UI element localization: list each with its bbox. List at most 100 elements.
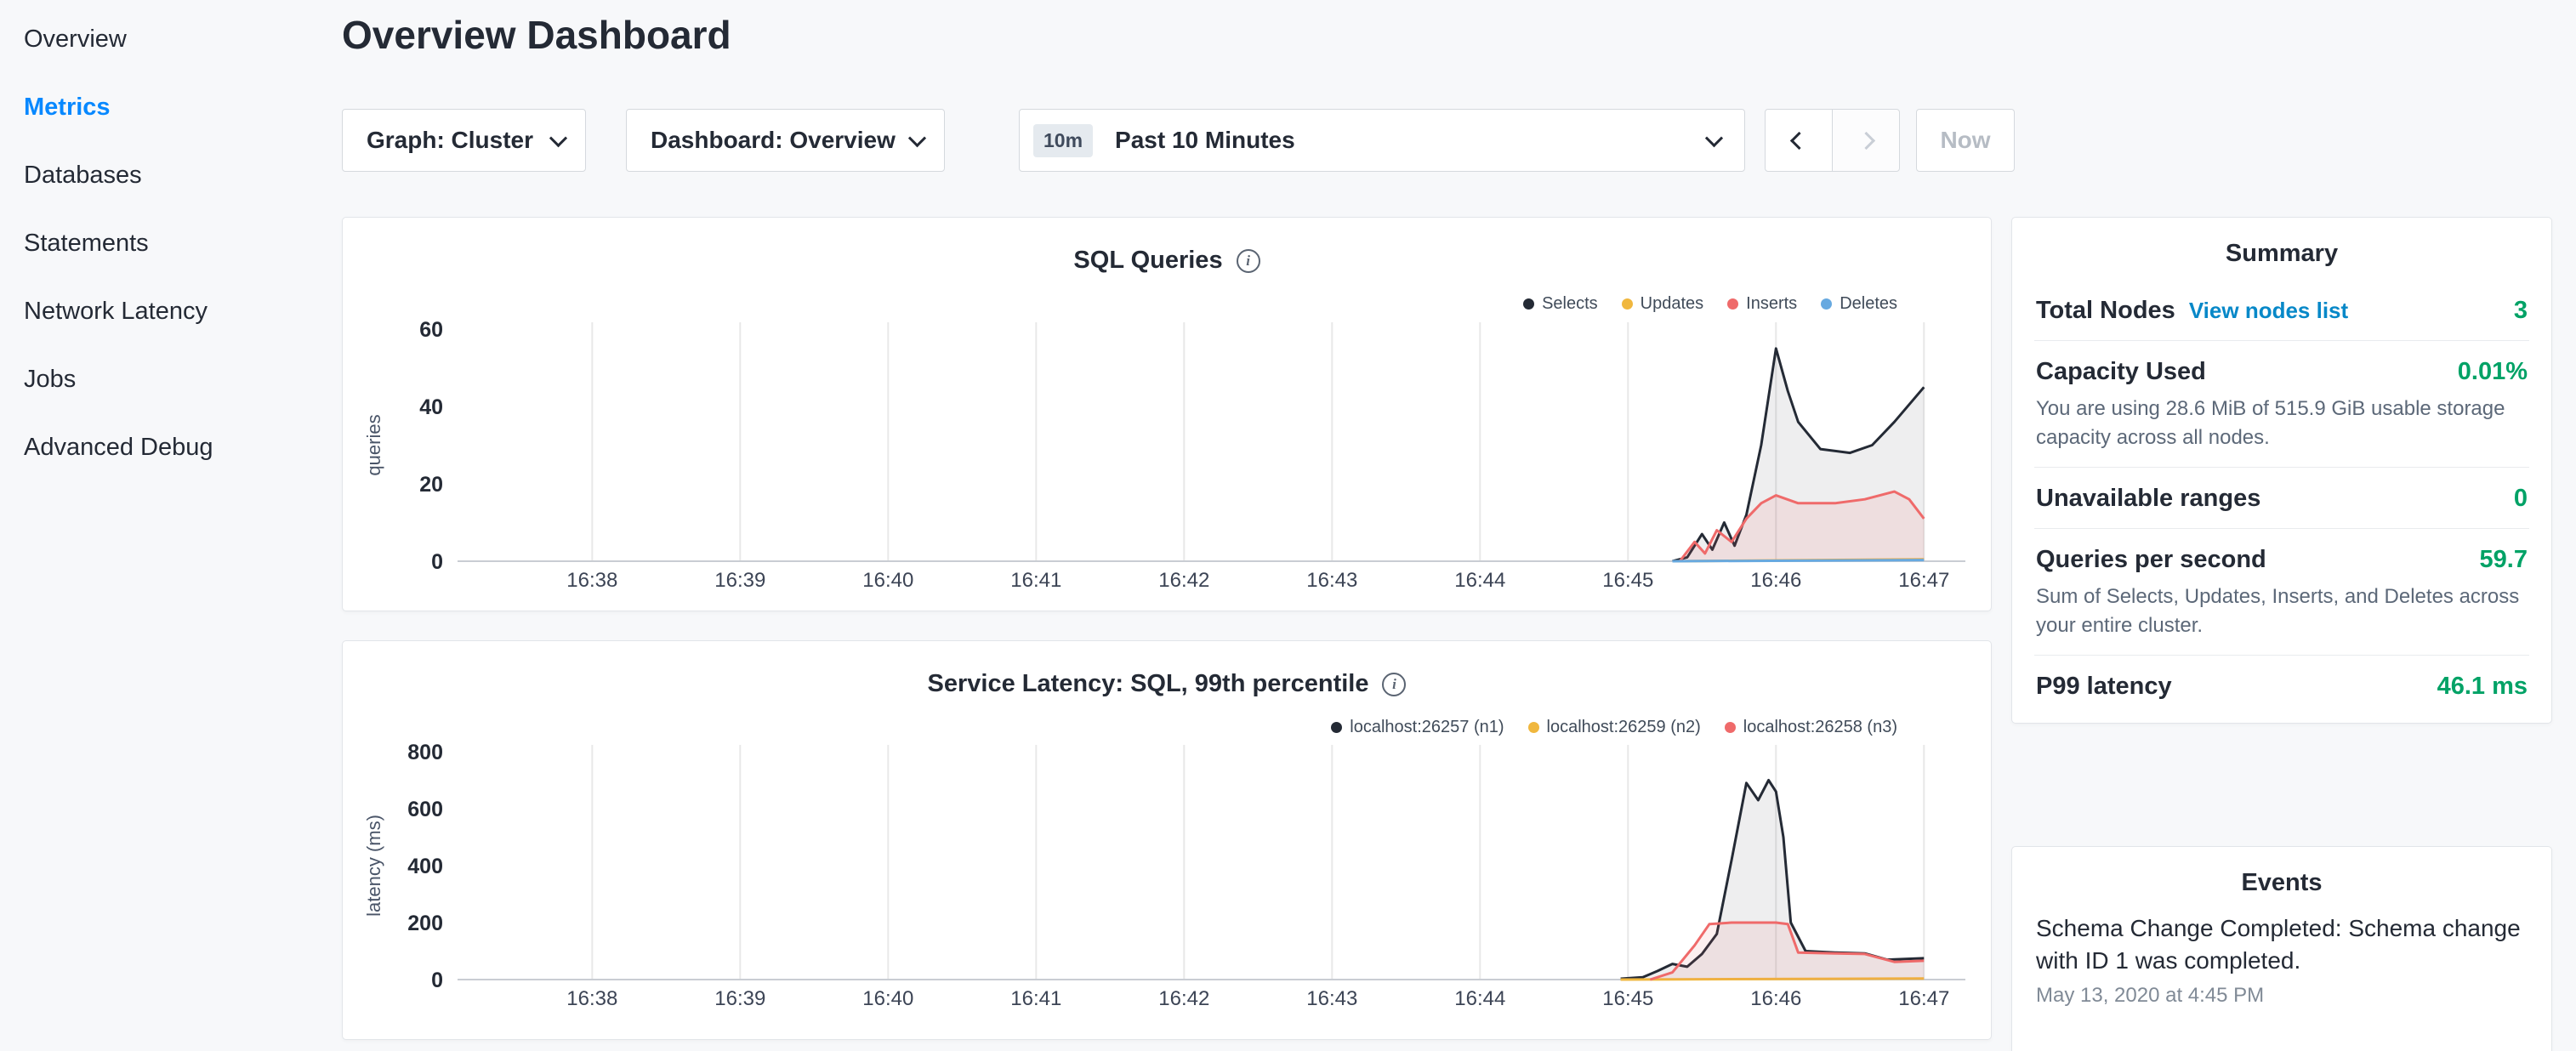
event-text: Schema Change Completed: Schema change w… (2036, 912, 2528, 977)
svg-text:0: 0 (431, 550, 443, 574)
legend-item: Deletes (1821, 294, 1897, 314)
sql-queries-chart-panel: 16:3816:3916:4016:4116:4216:4316:4416:45… (342, 217, 1992, 611)
legend-label: localhost:26259 (n2) (1547, 718, 1701, 737)
sidebar-item-databases[interactable]: Databases (0, 141, 340, 209)
sidebar-item-jobs[interactable]: Jobs (0, 345, 340, 413)
summary-title: Summary (2034, 218, 2529, 280)
legend-label: localhost:26258 (n3) (1743, 718, 1897, 737)
graph-scope-dropdown-label: Graph: Cluster (367, 127, 533, 154)
summary-row-queries-per-second: Queries per second 59.7 Sum of Selects, … (2034, 529, 2529, 656)
chevron-down-icon (908, 129, 926, 147)
svg-text:200: 200 (407, 912, 443, 935)
svg-text:16:39: 16:39 (714, 987, 765, 1010)
sidebar-nav: Overview Metrics Databases Statements Ne… (0, 5, 340, 481)
legend-dot-icon (1622, 298, 1633, 310)
svg-text:20: 20 (419, 473, 443, 497)
legend-dot-icon (1727, 298, 1738, 310)
svg-text:16:46: 16:46 (1750, 987, 1801, 1010)
info-icon[interactable]: i (1382, 673, 1406, 696)
chart-title: SQL Queries (1073, 247, 1222, 275)
svg-text:600: 600 (407, 798, 443, 821)
legend-item: Updates (1622, 294, 1704, 314)
chevron-left-icon (1789, 131, 1807, 149)
summary-row-p99-latency: P99 latency 46.1 ms (2034, 656, 2529, 716)
chevron-right-icon (1857, 131, 1874, 149)
chart-legend: Selects Updates Inserts Deletes (1523, 294, 1897, 314)
summary-description: Sum of Selects, Updates, Inserts, and De… (2036, 582, 2528, 639)
chart-title: Service Latency: SQL, 99th percentile (928, 670, 1369, 698)
legend-dot-icon (1523, 298, 1534, 310)
svg-text:16:42: 16:42 (1158, 987, 1209, 1010)
summary-value: 0 (2514, 485, 2528, 513)
svg-text:16:43: 16:43 (1306, 987, 1357, 1010)
time-range-label: Past 10 Minutes (1115, 127, 1295, 154)
event-timestamp: May 13, 2020 at 4:45 PM (2036, 984, 2528, 1008)
dashboard-dropdown[interactable]: Dashboard: Overview (626, 109, 945, 172)
legend-label: Updates (1641, 294, 1704, 314)
svg-text:16:45: 16:45 (1602, 987, 1653, 1010)
service-latency-chart-canvas[interactable]: 16:3816:3916:4016:4116:4216:4316:4416:45… (343, 641, 1991, 1039)
summary-value: 59.7 (2480, 546, 2528, 574)
legend-label: Selects (1542, 294, 1598, 314)
legend-label: Deletes (1840, 294, 1897, 314)
legend-dot-icon (1725, 722, 1736, 733)
legend-item: localhost:26259 (n2) (1528, 718, 1701, 737)
now-button[interactable]: Now (1916, 109, 2015, 172)
chevron-down-icon (549, 129, 567, 147)
svg-text:16:46: 16:46 (1750, 569, 1801, 592)
graph-scope-dropdown[interactable]: Graph: Cluster (342, 109, 586, 172)
view-nodes-list-link[interactable]: View nodes list (2189, 298, 2348, 324)
sidebar-item-advanced-debug[interactable]: Advanced Debug (0, 413, 340, 481)
summary-description: You are using 28.6 MiB of 515.9 GiB usab… (2036, 395, 2528, 452)
legend-item: Selects (1523, 294, 1598, 314)
time-range-next-button[interactable] (1832, 109, 1900, 172)
summary-value: 3 (2514, 297, 2528, 325)
sidebar-item-overview[interactable]: Overview (0, 5, 340, 73)
svg-text:60: 60 (419, 318, 443, 342)
event-list-item[interactable]: Schema Change Completed: Schema change w… (2034, 909, 2529, 1025)
service-latency-chart-panel: 16:3816:3916:4016:4116:4216:4316:4416:45… (342, 640, 1992, 1040)
info-icon[interactable]: i (1237, 249, 1260, 273)
chart-legend: localhost:26257 (n1) localhost:26259 (n2)… (1331, 718, 1897, 737)
svg-text:16:43: 16:43 (1306, 569, 1357, 592)
legend-item: localhost:26258 (n3) (1725, 718, 1897, 737)
svg-text:16:38: 16:38 (566, 987, 617, 1010)
summary-label: P99 latency (2036, 673, 2172, 701)
svg-text:16:44: 16:44 (1454, 569, 1505, 592)
sidebar-item-network-latency[interactable]: Network Latency (0, 277, 340, 345)
sql-queries-chart-canvas[interactable]: 16:3816:3916:4016:4116:4216:4316:4416:45… (343, 218, 1991, 611)
svg-text:40: 40 (419, 395, 443, 419)
summary-label: Unavailable ranges (2036, 485, 2260, 513)
svg-text:16:47: 16:47 (1898, 569, 1949, 592)
svg-text:400: 400 (407, 855, 443, 878)
chevron-down-icon (1705, 129, 1723, 147)
svg-text:16:41: 16:41 (1010, 569, 1061, 592)
legend-dot-icon (1821, 298, 1832, 310)
svg-text:16:39: 16:39 (714, 569, 765, 592)
sidebar-item-metrics[interactable]: Metrics (0, 73, 340, 141)
legend-label: Inserts (1746, 294, 1797, 314)
sidebar-item-statements[interactable]: Statements (0, 209, 340, 277)
legend-dot-icon (1528, 722, 1539, 733)
summary-label: Capacity Used (2036, 358, 2206, 386)
summary-value: 0.01% (2458, 358, 2528, 386)
summary-value: 46.1 ms (2437, 673, 2528, 701)
svg-text:16:45: 16:45 (1602, 569, 1653, 592)
svg-text:16:44: 16:44 (1454, 987, 1505, 1010)
svg-text:latency (ms): latency (ms) (363, 815, 384, 917)
time-range-previous-button[interactable] (1765, 109, 1833, 172)
chart-header: SQL Queries i (343, 247, 1991, 275)
svg-text:16:42: 16:42 (1158, 569, 1209, 592)
svg-text:16:38: 16:38 (566, 569, 617, 592)
legend-item: localhost:26257 (n1) (1331, 718, 1504, 737)
svg-text:800: 800 (407, 741, 443, 764)
svg-text:16:47: 16:47 (1898, 987, 1949, 1010)
svg-text:16:40: 16:40 (862, 987, 913, 1010)
page-title: Overview Dashboard (342, 12, 731, 58)
legend-label: localhost:26257 (n1) (1350, 718, 1504, 737)
legend-item: Inserts (1727, 294, 1797, 314)
summary-label: Total Nodes (2036, 297, 2175, 325)
time-range-picker[interactable]: 10m Past 10 Minutes (1019, 109, 1745, 172)
summary-row-unavailable-ranges: Unavailable ranges 0 (2034, 468, 2529, 529)
time-range-badge: 10m (1033, 124, 1093, 157)
